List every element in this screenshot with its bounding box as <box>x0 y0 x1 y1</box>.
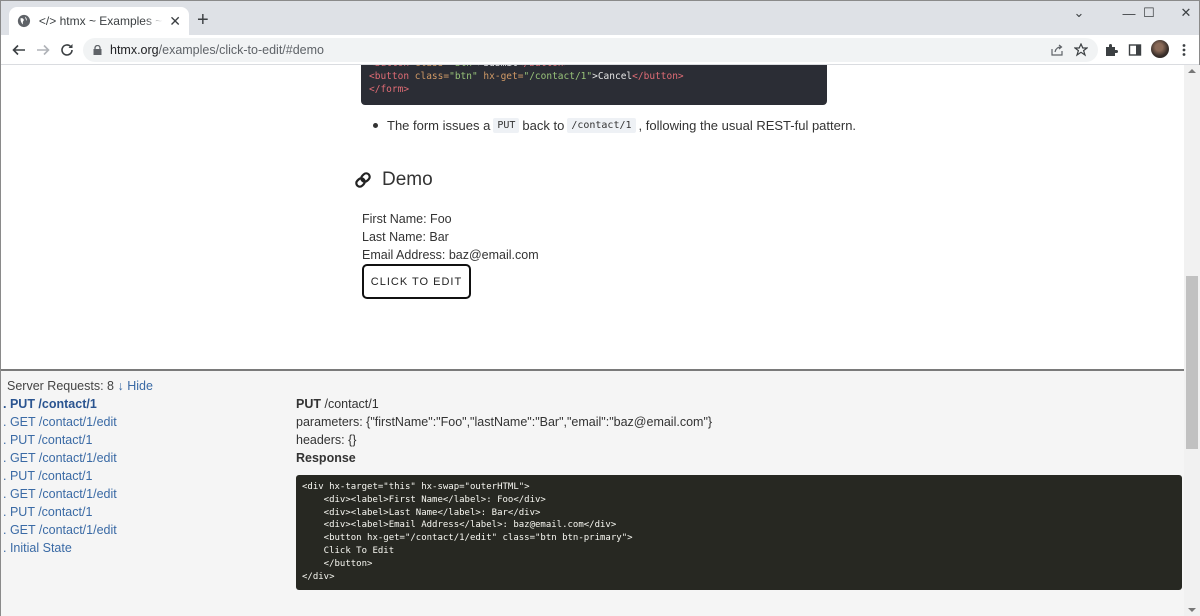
request-parameters: parameters: {"firstName":"Foo","lastName… <box>296 415 713 429</box>
code-line: </form> <box>369 84 410 95</box>
page-content: <button class="btn">Submit</button> <but… <box>1 65 1184 369</box>
scrollbar-thumb[interactable] <box>1186 276 1198 449</box>
menu-icon <box>1182 44 1186 56</box>
url-path: /examples/click-to-edit/#demo <box>158 43 324 57</box>
click-to-edit-button[interactable]: CLICK TO EDIT <box>362 264 471 299</box>
back-button[interactable] <box>9 40 29 60</box>
request-item[interactable]: . PUT /contact/1 <box>3 469 92 483</box>
avatar[interactable] <box>1151 40 1169 58</box>
request-item[interactable]: . PUT /contact/1 <box>3 505 92 519</box>
request-item[interactable]: . Initial State <box>3 541 72 555</box>
star-icon <box>1074 43 1088 57</box>
demo-heading: Demo <box>354 169 433 191</box>
demo-title: Demo <box>382 169 433 190</box>
tab-close-icon[interactable]: ✕ <box>169 14 181 28</box>
bullet-text: , following the usual REST-ful pattern. <box>638 118 857 133</box>
response-code-block: <div hx-target="this" hx-swap="outerHTML… <box>296 475 1182 590</box>
request-item[interactable]: . GET /contact/1/edit <box>3 451 117 465</box>
request-item[interactable]: . GET /contact/1/edit <box>3 415 117 429</box>
close-window-button[interactable]: ✕ <box>1168 1 1200 25</box>
tab-search-icon[interactable]: ⌄ <box>1061 1 1097 25</box>
hide-link[interactable]: ↓ Hide <box>117 379 152 393</box>
request-item[interactable]: . GET /contact/1/edit <box>3 523 117 537</box>
page-scrollbar[interactable] <box>1184 65 1200 616</box>
share-button[interactable] <box>1048 41 1066 59</box>
url-host: htmx.org <box>110 43 159 57</box>
side-panel-button[interactable] <box>1126 41 1144 59</box>
browser-toolbar: htmx.org/examples/click-to-edit/#demo <box>1 35 1199 65</box>
inline-code-path: /contact/1 <box>567 118 636 133</box>
scroll-down-arrow-icon[interactable] <box>1188 608 1196 612</box>
new-tab-button[interactable]: + <box>197 10 209 30</box>
lock-icon <box>93 45 102 55</box>
response-label: Response <box>296 451 356 465</box>
email-field: Email Address: baz@email.com <box>362 248 539 262</box>
request-item[interactable]: . GET /contact/1/edit <box>3 487 117 501</box>
server-requests-header: Server Requests: 8 ↓ Hide <box>7 379 153 393</box>
link-icon[interactable] <box>354 171 372 189</box>
request-count: Server Requests: 8 <box>7 379 114 393</box>
extensions-button[interactable] <box>1102 41 1120 59</box>
maximize-button[interactable]: ☐ <box>1131 1 1167 25</box>
url-text: htmx.org/examples/click-to-edit/#demo <box>110 43 324 57</box>
forward-icon <box>37 44 50 56</box>
reload-icon <box>61 44 73 56</box>
request-headers: headers: {} <box>296 433 357 447</box>
globe-icon <box>17 14 31 28</box>
request-summary: PUT /contact/1 <box>296 397 379 411</box>
share-icon <box>1051 44 1063 56</box>
address-bar[interactable]: htmx.org/examples/click-to-edit/#demo <box>83 38 1098 62</box>
side-panel-icon <box>1128 44 1142 56</box>
browser-window: </> htmx ~ Examples ~ Click to Edit ✕ + … <box>0 0 1200 616</box>
request-item[interactable]: . PUT /contact/1 <box>3 397 97 411</box>
bullet-dot <box>373 123 378 128</box>
back-icon <box>12 44 25 56</box>
forward-button[interactable] <box>33 40 53 60</box>
menu-button[interactable] <box>1175 41 1193 59</box>
last-name-field: Last Name: Bar <box>362 230 449 244</box>
request-path: /contact/1 <box>321 397 379 411</box>
bookmark-button[interactable] <box>1072 41 1090 59</box>
first-name-field: First Name: Foo <box>362 212 452 226</box>
server-requests-panel: Server Requests: 8 ↓ Hide . PUT /contact… <box>1 369 1184 616</box>
reload-button[interactable] <box>57 40 77 60</box>
browser-tab[interactable]: </> htmx ~ Examples ~ Click to Edit ✕ <box>9 7 189 35</box>
bullet-text: back to <box>522 118 565 133</box>
bullet-item: The form issues a PUT back to /contact/1… <box>373 118 856 133</box>
tab-strip: </> htmx ~ Examples ~ Click to Edit ✕ + … <box>1 1 1199 35</box>
extensions-icon <box>1106 44 1118 56</box>
request-method: PUT <box>296 397 321 411</box>
scroll-up-arrow-icon[interactable] <box>1188 69 1196 73</box>
inline-code-put: PUT <box>493 118 520 133</box>
code-example-block: <button class="btn">Submit</button> <but… <box>361 65 827 105</box>
tab-title: </> htmx ~ Examples ~ Click to Edit <box>38 14 163 28</box>
bullet-text: The form issues a <box>387 118 491 133</box>
request-item[interactable]: . PUT /contact/1 <box>3 433 92 447</box>
code-line: <button class="btn" hx-get="/contact/1">… <box>369 71 684 82</box>
